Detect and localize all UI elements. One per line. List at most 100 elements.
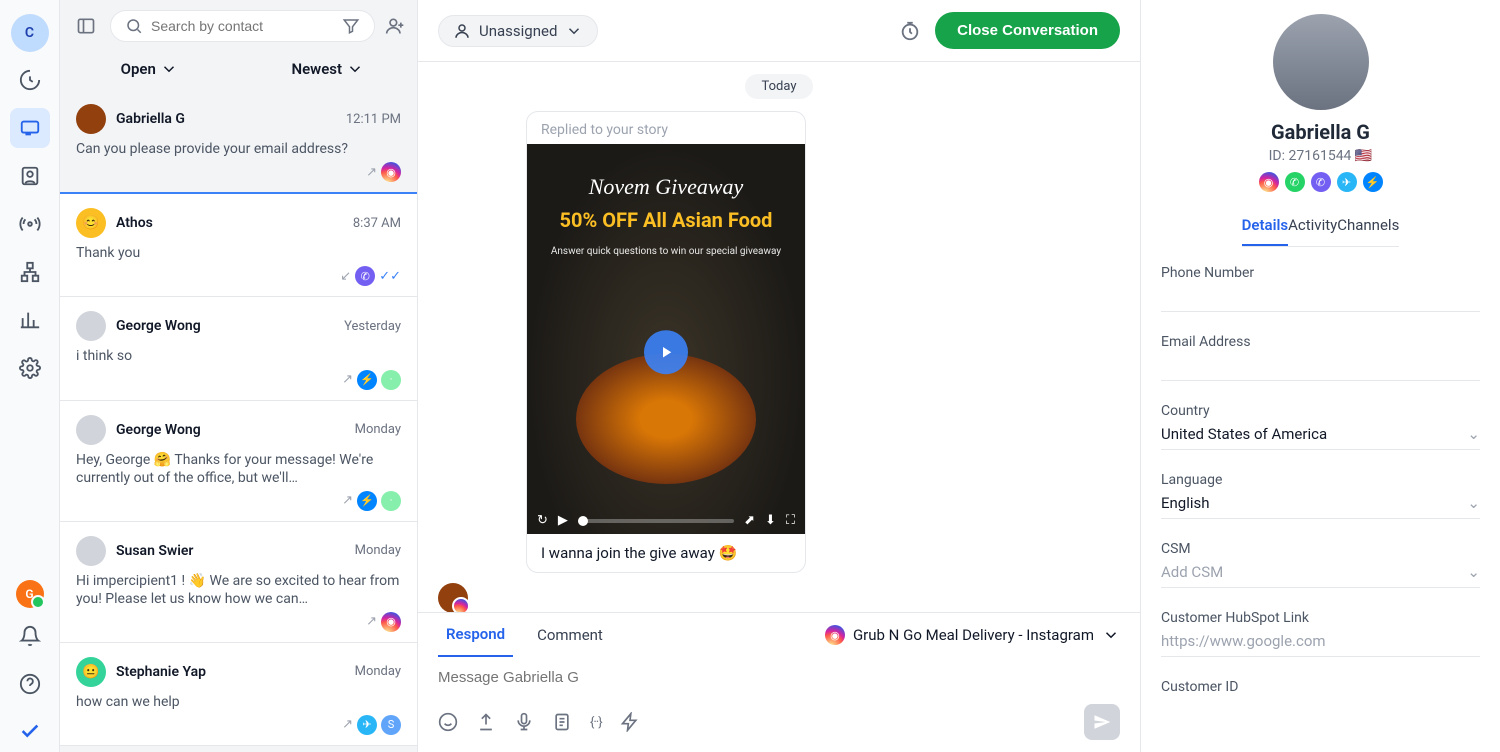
nav-contacts-icon[interactable] [10, 156, 50, 196]
channel-icon: · [381, 370, 401, 390]
contact-channels: ◉ ✆ ✆ ✈ ⚡ [1259, 172, 1383, 192]
variable-icon[interactable]: {··} [590, 715, 602, 730]
contact-id: ID: 27161544 🇺🇸 [1269, 148, 1373, 164]
open-icon[interactable]: ⬈ [744, 513, 755, 528]
left-nav: C G [0, 0, 60, 752]
nav-notifications-icon[interactable] [10, 616, 50, 656]
filter-icon[interactable] [342, 17, 360, 35]
search-bar[interactable] [110, 10, 375, 42]
messenger-icon[interactable]: ⚡ [1363, 172, 1383, 192]
language-select[interactable]: English⌄ [1161, 494, 1480, 519]
hubspot-field[interactable]: https://www.google.com [1161, 632, 1480, 657]
field-label: Phone Number [1161, 265, 1480, 281]
conversation-item[interactable]: Susan SwierMonday Hi impercipient1 ! 👋 W… [60, 522, 417, 643]
story-reply-bubble: Replied to your story Novem Giveaway 50%… [526, 111, 806, 573]
preview-text: Thank you [76, 244, 401, 262]
details-tab[interactable]: Details [1242, 206, 1288, 246]
email-field[interactable] [1161, 356, 1480, 381]
progress-bar[interactable] [578, 519, 734, 523]
message-input[interactable] [438, 669, 1120, 686]
timestamp: 12:11 PM [346, 112, 401, 127]
avatar [76, 536, 106, 566]
story-media[interactable]: Novem Giveaway 50% OFF All Asian Food An… [527, 144, 805, 534]
contact-avatar-small [438, 583, 468, 612]
nav-reports-icon[interactable] [10, 300, 50, 340]
viber-icon: ✆ [355, 266, 375, 286]
details-panel: Gabriella G ID: 27161544 🇺🇸 ◉ ✆ ✆ ✈ ⚡ De… [1140, 0, 1500, 752]
nav-inbox-icon[interactable] [10, 108, 50, 148]
comment-tab[interactable]: Comment [529, 614, 611, 656]
avatar [76, 415, 106, 445]
sort-filter[interactable]: Newest [239, 60, 418, 78]
search-input[interactable] [151, 18, 334, 34]
chevron-down-icon: ⌄ [1467, 494, 1480, 512]
fullscreen-icon[interactable]: ⛶ [786, 513, 795, 528]
channels-tab[interactable]: Channels [1337, 206, 1399, 246]
inbound-icon: ↙ [340, 269, 351, 284]
add-contact-icon[interactable] [385, 16, 405, 36]
contact-avatar-large [1273, 14, 1369, 110]
voice-icon[interactable] [514, 712, 534, 732]
telegram-icon: ✈ [357, 715, 377, 735]
country-select[interactable]: United States of America⌄ [1161, 425, 1480, 450]
chevron-down-icon: ⌄ [1467, 425, 1480, 443]
instagram-icon[interactable]: ◉ [1259, 172, 1279, 192]
activity-tab[interactable]: Activity [1288, 206, 1337, 246]
automation-icon[interactable] [620, 712, 640, 732]
avatar: 😐 [76, 657, 106, 687]
nav-settings-icon[interactable] [10, 348, 50, 388]
close-conversation-button[interactable]: Close Conversation [935, 12, 1120, 49]
contact-name: Athos [116, 215, 343, 231]
story-subtitle: 50% OFF All Asian Food [550, 208, 783, 232]
telegram-icon[interactable]: ✈ [1337, 172, 1357, 192]
conversation-item[interactable]: 😊Athos8:37 AM Thank you ↙✆✓✓ [60, 194, 417, 297]
nav-brand-icon[interactable] [10, 712, 50, 752]
assignee-dropdown[interactable]: Unassigned [438, 15, 598, 47]
attachment-icon[interactable] [476, 712, 496, 732]
phone-field[interactable] [1161, 287, 1480, 312]
channel-selector[interactable]: ◉ Grub N Go Meal Delivery - Instagram [825, 625, 1120, 645]
csm-select[interactable]: Add CSM⌄ [1161, 563, 1480, 588]
whatsapp-icon[interactable]: ✆ [1285, 172, 1305, 192]
conversation-item[interactable]: George WongYesterday i think so ↗⚡· [60, 297, 417, 400]
workspace-avatar[interactable]: C [11, 14, 49, 52]
read-icon: ✓✓ [379, 269, 401, 284]
nav-user-avatar[interactable]: G [16, 580, 44, 608]
preview-text: how can we help [76, 693, 401, 711]
snooze-icon[interactable] [895, 16, 925, 46]
timestamp: 8:37 AM [353, 216, 401, 231]
outbound-icon: ↗ [366, 614, 377, 629]
timestamp: Monday [355, 664, 401, 679]
field-label: Country [1161, 403, 1480, 419]
contact-name: George Wong [116, 318, 334, 334]
download-icon[interactable]: ⬇ [765, 513, 776, 528]
collapse-pane-icon[interactable] [72, 12, 100, 40]
nav-workflows-icon[interactable] [10, 252, 50, 292]
status-filter[interactable]: Open [60, 60, 239, 78]
conversation-item[interactable]: Gabriella G12:11 PM Can you please provi… [60, 90, 417, 194]
field-label: Customer HubSpot Link [1161, 610, 1480, 626]
avatar [76, 104, 106, 134]
nav-dashboard-icon[interactable] [10, 60, 50, 100]
viber-icon[interactable]: ✆ [1311, 172, 1331, 192]
conversation-item[interactable]: 😐Stephanie YapMonday how can we help ↗✈S [60, 643, 417, 746]
outbound-icon: ↗ [366, 165, 377, 180]
search-icon [125, 17, 143, 35]
timestamp: Yesterday [344, 319, 401, 334]
chat-panel: Unassigned Close Conversation Today Repl… [418, 0, 1140, 752]
agent-icon: S [381, 715, 401, 735]
snippet-icon[interactable] [552, 712, 572, 732]
nav-broadcast-icon[interactable] [10, 204, 50, 244]
instagram-icon: ◉ [381, 162, 401, 182]
conversation-item[interactable]: George WongMonday Hey, George 🤗 Thanks f… [60, 401, 417, 522]
channel-icon: · [381, 491, 401, 511]
respond-tab[interactable]: Respond [438, 613, 513, 657]
emoji-icon[interactable] [438, 712, 458, 732]
play-icon[interactable] [644, 330, 688, 374]
send-button[interactable] [1084, 704, 1120, 740]
timestamp: Monday [355, 543, 401, 558]
nav-help-icon[interactable] [10, 664, 50, 704]
play-small-icon[interactable]: ▶ [558, 513, 568, 528]
replay-icon[interactable]: ↻ [537, 513, 548, 528]
story-caption: I wanna join the give away 🤩 [527, 534, 805, 572]
